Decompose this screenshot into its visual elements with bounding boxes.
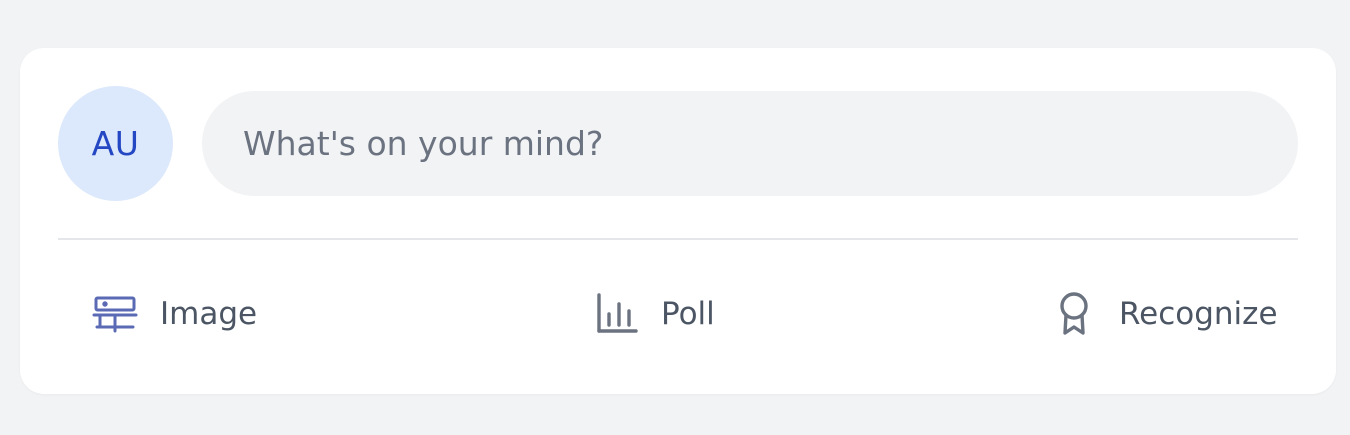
add-image-label: Image [160, 296, 258, 332]
recognize-label: Recognize [1119, 296, 1278, 332]
post-composer-card: AU Image Poll [20, 48, 1336, 394]
avatar-initials: AU [91, 124, 140, 163]
award-ribbon-icon [1049, 289, 1099, 339]
create-poll-button[interactable]: Poll [591, 288, 715, 340]
post-input[interactable] [241, 123, 1298, 164]
bar-chart-icon [591, 289, 641, 339]
composer-field[interactable] [202, 91, 1298, 196]
avatar[interactable]: AU [58, 86, 173, 201]
divider [58, 238, 1298, 240]
create-poll-label: Poll [661, 296, 715, 332]
recognize-button[interactable]: Recognize [1049, 288, 1278, 340]
add-image-button[interactable]: Image [90, 288, 257, 340]
image-icon [90, 289, 140, 339]
